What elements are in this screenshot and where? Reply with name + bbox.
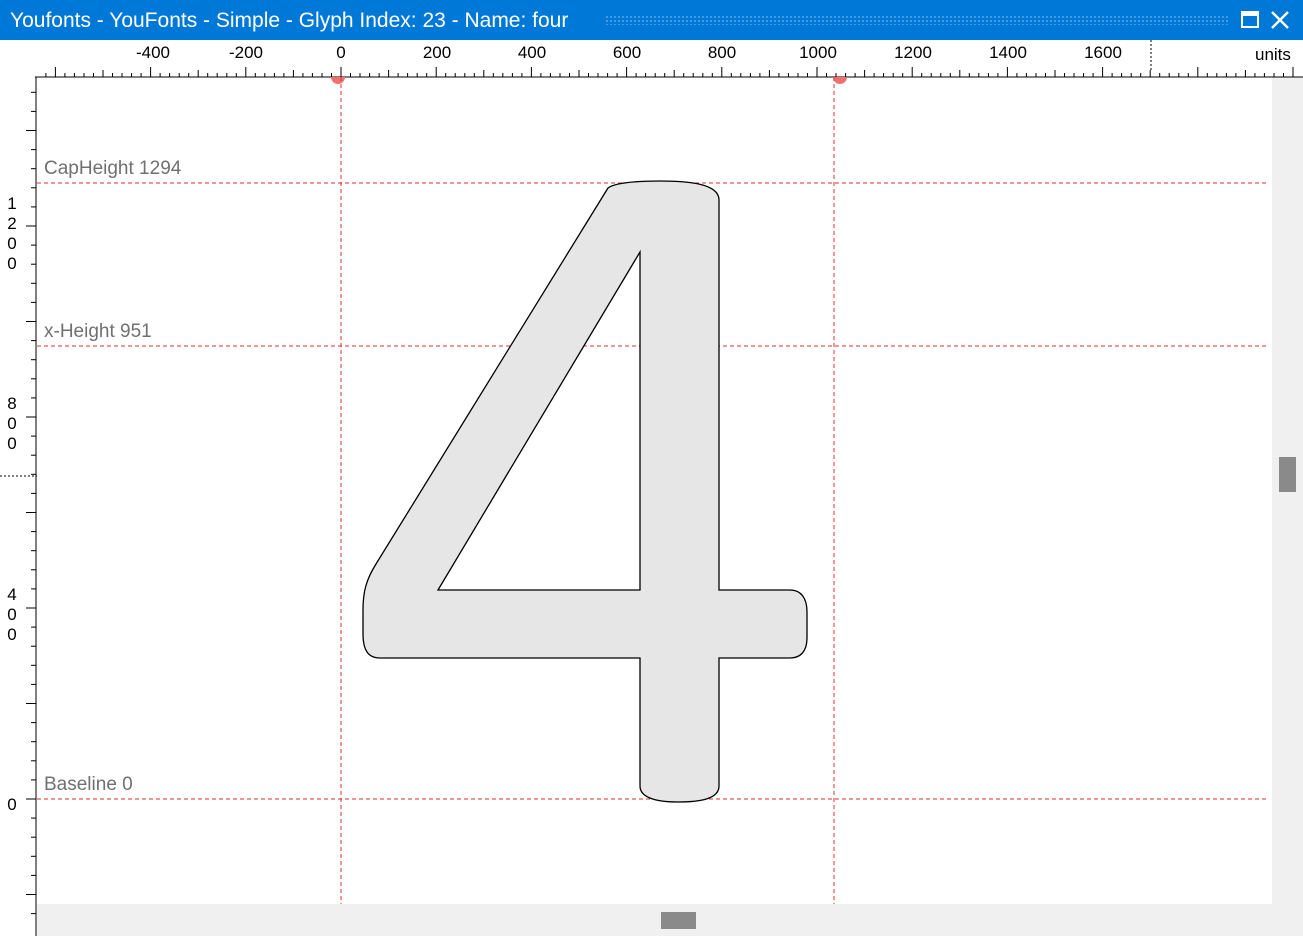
right-side-bearing-handle[interactable] <box>833 77 847 84</box>
glyph-editor-overlay <box>0 40 1303 936</box>
x-height-label: x-Height 951 <box>44 321 152 342</box>
vertical-ruler-ticks <box>26 91 36 915</box>
left-side-bearing-handle[interactable] <box>331 77 345 84</box>
baseline-label: Baseline 0 <box>44 774 133 795</box>
horizontal-ruler-ticks <box>45 67 1294 77</box>
glyph-outline-four[interactable] <box>362 180 808 803</box>
cap-height-label: CapHeight 1294 <box>44 158 182 179</box>
